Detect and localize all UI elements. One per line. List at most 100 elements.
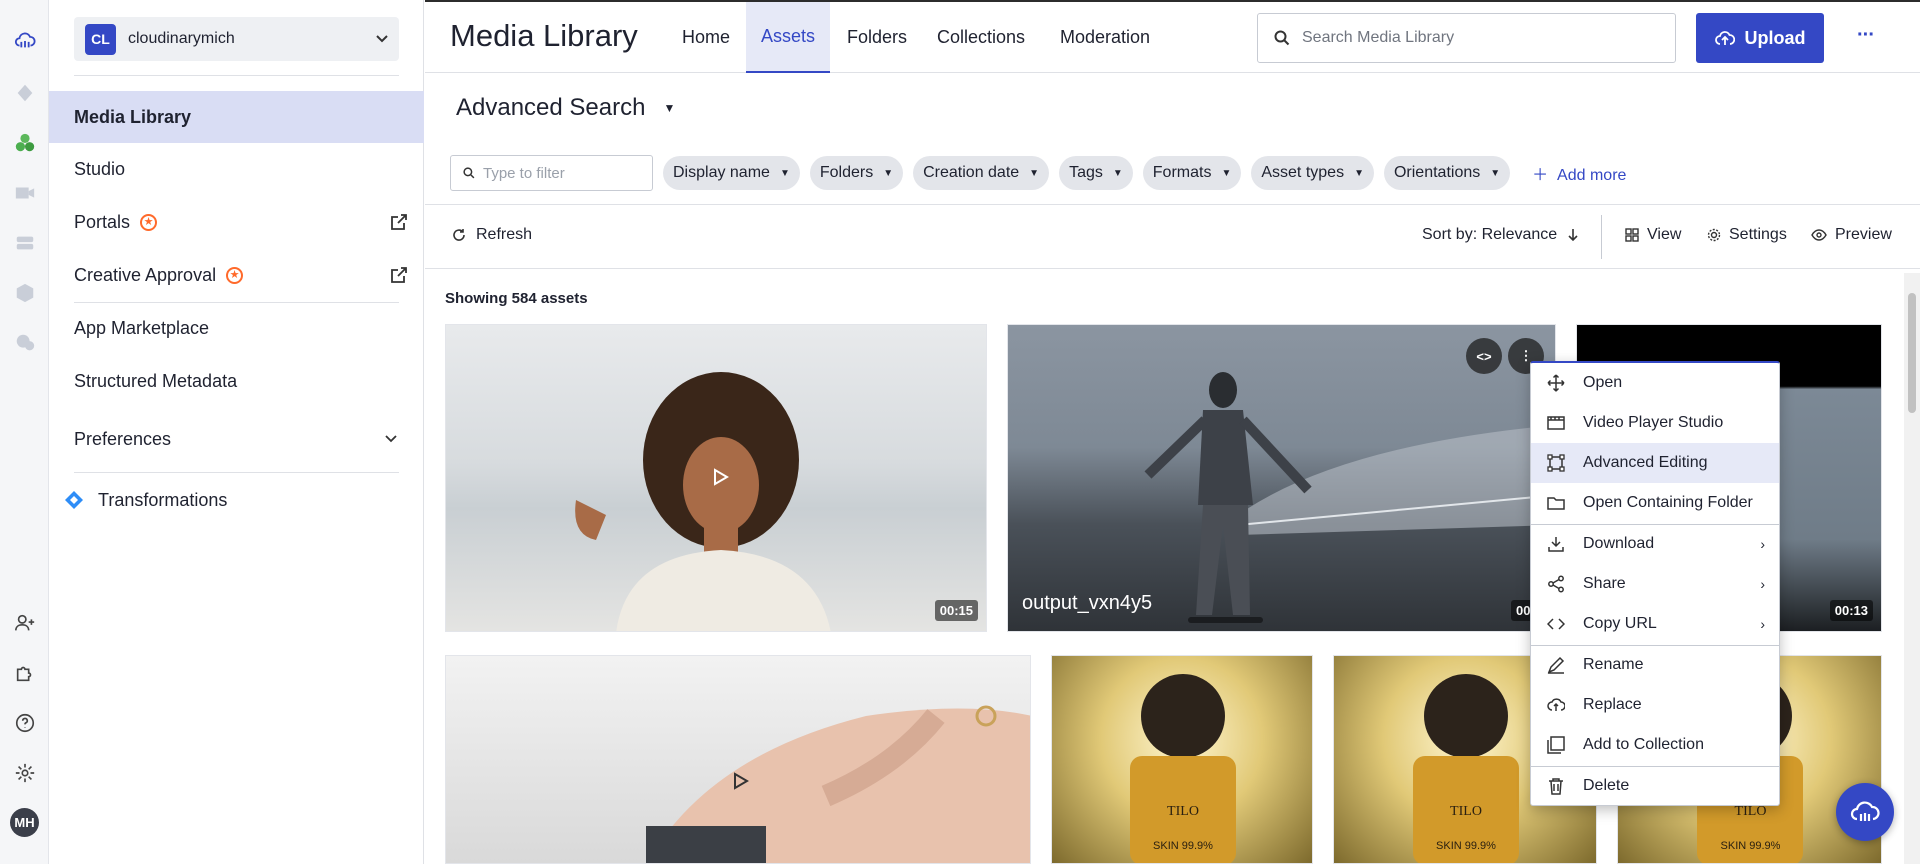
- help-assistant-button[interactable]: [1836, 783, 1894, 841]
- menu-item-share[interactable]: Share ›: [1531, 564, 1779, 604]
- menu-item-advanced-editing[interactable]: Advanced Editing: [1531, 443, 1779, 483]
- context-menu: Open Video Player Studio Advanced Editin…: [1530, 361, 1780, 806]
- tab-moderation[interactable]: Moderation: [1045, 2, 1165, 73]
- sidebar-item-studio[interactable]: Studio: [49, 143, 424, 195]
- user-avatar[interactable]: MH: [10, 808, 39, 837]
- chip-folders[interactable]: Folders ▼: [809, 156, 904, 190]
- chip-orientations[interactable]: Orientations ▼: [1383, 156, 1511, 190]
- asset-card[interactable]: [445, 655, 1031, 864]
- page-title: Media Library: [450, 18, 638, 53]
- menu-item-replace[interactable]: Replace: [1531, 685, 1779, 725]
- grid-view-icon: [1625, 228, 1639, 242]
- menu-item-label: Add to Collection: [1583, 736, 1704, 753]
- caret-down-icon: ▼: [1490, 167, 1501, 179]
- asset-card[interactable]: TILO SKIN 99.9%: [1051, 655, 1313, 864]
- menu-item-video-player-studio[interactable]: Video Player Studio: [1531, 403, 1779, 443]
- help-icon[interactable]: [12, 710, 37, 735]
- account-switcher[interactable]: CL cloudinarymich: [74, 17, 399, 61]
- account-name: cloudinarymich: [128, 30, 235, 47]
- sidebar-item-preferences[interactable]: Preferences: [49, 413, 424, 465]
- code-embed-button[interactable]: <>: [1466, 338, 1502, 374]
- menu-item-label: Delete: [1583, 777, 1630, 794]
- search-icon: [463, 167, 475, 179]
- duration-badge: 00:15: [934, 600, 978, 621]
- chip-formats[interactable]: Formats ▼: [1142, 156, 1242, 190]
- play-icon: [734, 772, 749, 790]
- menu-item-open-containing-folder[interactable]: Open Containing Folder: [1531, 483, 1779, 523]
- add-user-icon[interactable]: [12, 610, 37, 635]
- results-toolbar: Refresh Sort by: Relevance View Settings…: [425, 204, 1920, 269]
- view-button[interactable]: View: [1625, 226, 1681, 244]
- divider: [74, 472, 399, 473]
- add-more-filters-button[interactable]: ＋ Add more: [1532, 161, 1626, 185]
- search-input[interactable]: [1302, 29, 1642, 47]
- preview-button[interactable]: Preview: [1811, 226, 1892, 244]
- bottle-sub-label: SKIN 99.9%: [1436, 840, 1496, 852]
- chip-label: Formats: [1152, 164, 1212, 181]
- tab-home[interactable]: Home: [667, 2, 745, 73]
- scrollbar[interactable]: [1904, 273, 1920, 864]
- diamond-icon[interactable]: [12, 80, 37, 105]
- filter-input[interactable]: Type to filter: [450, 155, 653, 191]
- tab-folders[interactable]: Folders: [832, 2, 922, 73]
- advanced-search-title: Advanced Search: [456, 94, 646, 121]
- preview-label: Preview: [1835, 226, 1892, 243]
- menu-item-download[interactable]: Download ›: [1531, 524, 1779, 564]
- menu-item-delete[interactable]: Delete: [1531, 766, 1779, 806]
- tab-collections[interactable]: Collections: [922, 2, 1040, 73]
- scrollbar-thumb[interactable]: [1908, 293, 1916, 413]
- chat-icon[interactable]: [12, 330, 37, 355]
- puzzle-icon[interactable]: [12, 660, 37, 685]
- caret-down-icon: ▼: [779, 167, 790, 179]
- collection-icon: [1547, 736, 1565, 754]
- sidebar-item-creative-approval[interactable]: Creative Approval ★: [49, 249, 424, 301]
- upload-label: Upload: [1744, 27, 1806, 48]
- play-icon: [714, 468, 729, 486]
- menu-item-copy-url[interactable]: Copy URL ›: [1531, 604, 1779, 644]
- divider: [74, 75, 399, 76]
- sidebar-item-label: Media Library: [74, 106, 192, 127]
- menu-item-rename[interactable]: Rename: [1531, 645, 1779, 685]
- tab-assets[interactable]: Assets: [746, 2, 831, 73]
- asset-card[interactable]: 00:15: [445, 324, 987, 632]
- sidebar-item-portals[interactable]: Portals ★: [49, 196, 424, 248]
- sort-button[interactable]: Sort by: Relevance: [1422, 226, 1579, 244]
- gear-icon[interactable]: [12, 760, 37, 785]
- upload-button[interactable]: Upload: [1696, 13, 1824, 63]
- menu-item-label: Open: [1583, 374, 1623, 391]
- trash-icon: [1549, 778, 1563, 795]
- asset-card[interactable]: <> ⋮ output_vxn4y5 00:1: [1007, 324, 1556, 632]
- star-badge-icon: ★: [226, 266, 244, 284]
- sidebar-item-transformations[interactable]: Transformations: [49, 474, 424, 526]
- advanced-search-toggle[interactable]: Advanced Search ▼: [456, 94, 675, 122]
- sidebar-item-structured-metadata[interactable]: Structured Metadata: [49, 355, 424, 407]
- code-icon: [1547, 618, 1565, 630]
- sidebar: CL cloudinarymich Media Library Studio P…: [49, 0, 424, 864]
- sidebar-item-media-library[interactable]: Media Library: [49, 91, 424, 143]
- assets-cluster-icon[interactable]: [12, 130, 37, 155]
- sidebar-item-app-marketplace[interactable]: App Marketplace: [49, 302, 424, 354]
- chip-display-name[interactable]: Display name ▼: [663, 156, 800, 190]
- menu-item-open[interactable]: Open: [1531, 363, 1779, 403]
- cloudinary-logo-icon[interactable]: [12, 28, 37, 53]
- caret-down-icon: ▼: [1354, 167, 1364, 179]
- menu-item-label: Advanced Editing: [1583, 454, 1708, 471]
- chip-asset-types[interactable]: Asset types ▼: [1251, 156, 1374, 190]
- top-bar: Media Library Home Assets Folders Collec…: [425, 0, 1920, 73]
- settings-button[interactable]: Settings: [1707, 226, 1787, 244]
- filter-bar: Type to filter Display name ▼ Folders ▼ Cr…: [450, 155, 1626, 191]
- caret-down-icon: ▼: [1029, 167, 1040, 179]
- chip-label: Tags: [1069, 164, 1103, 181]
- sort-label: Sort by: Relevance: [1422, 226, 1558, 243]
- video-icon[interactable]: [12, 180, 37, 205]
- sidebar-item-label: Preferences: [74, 428, 172, 449]
- search-box[interactable]: [1257, 13, 1676, 63]
- chip-creation-date[interactable]: Creation date ▼: [913, 156, 1050, 190]
- layers-icon[interactable]: [12, 230, 37, 255]
- hexagon-icon[interactable]: [12, 280, 37, 305]
- chip-tags[interactable]: Tags ▼: [1059, 156, 1133, 190]
- menu-item-add-to-collection[interactable]: Add to Collection: [1531, 725, 1779, 765]
- bottle-sub-label: SKIN 99.9%: [1720, 840, 1781, 852]
- more-options-button[interactable]: ···: [1857, 24, 1875, 47]
- refresh-button[interactable]: Refresh: [452, 226, 532, 244]
